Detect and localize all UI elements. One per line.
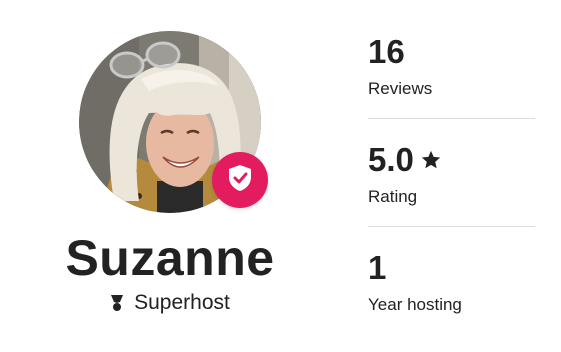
years-hosting-count: 1 [368, 249, 387, 286]
avatar-container [79, 31, 268, 213]
host-profile-card: Suzanne Superhost 16 Reviews 5.0 Rating … [0, 0, 561, 352]
verified-badge [212, 152, 268, 208]
superhost-label: Superhost [134, 291, 230, 314]
stat-years-hosting: 1 Year hosting [368, 238, 535, 346]
stat-label: Rating [368, 187, 418, 206]
reviews-count: 16 [368, 33, 405, 70]
host-identity: Suzanne Superhost [0, 0, 340, 352]
superhost-icon [110, 294, 124, 312]
stat-rating: 5.0 Rating [368, 130, 535, 238]
divider [368, 118, 535, 119]
stat-label: Reviews [368, 79, 433, 98]
stat-value: 1 [368, 248, 386, 288]
rating-value: 5.0 [368, 141, 414, 178]
stat-value: 5.0 [368, 140, 442, 180]
divider [368, 226, 535, 227]
superhost-label-row: Superhost [0, 288, 340, 318]
star-icon [420, 140, 442, 180]
host-stats: 16 Reviews 5.0 Rating 1 Year hosting [368, 22, 535, 346]
stat-label: Year hosting [368, 295, 462, 314]
verified-shield-check-icon [227, 164, 253, 197]
stat-value: 16 [368, 32, 405, 72]
stat-reviews[interactable]: 16 Reviews [368, 22, 535, 130]
host-name: Suzanne [65, 230, 275, 286]
